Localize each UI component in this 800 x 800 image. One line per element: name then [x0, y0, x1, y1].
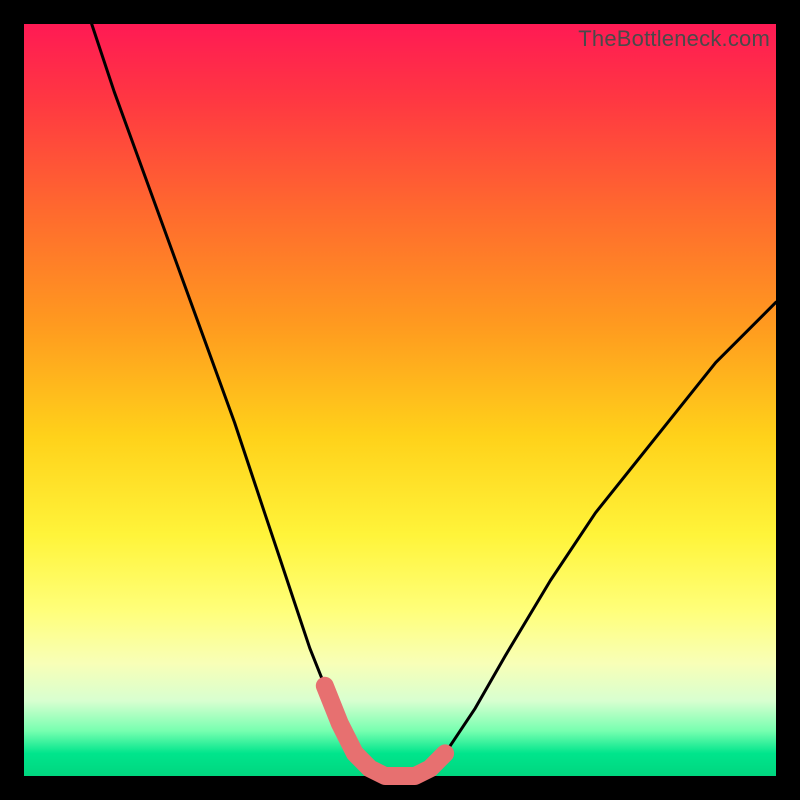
- watermark-text: TheBottleneck.com: [578, 26, 770, 52]
- chart-svg: [24, 24, 776, 776]
- chart-highlight-segment: [325, 686, 445, 776]
- chart-frame: TheBottleneck.com: [24, 24, 776, 776]
- chart-curve: [92, 24, 776, 776]
